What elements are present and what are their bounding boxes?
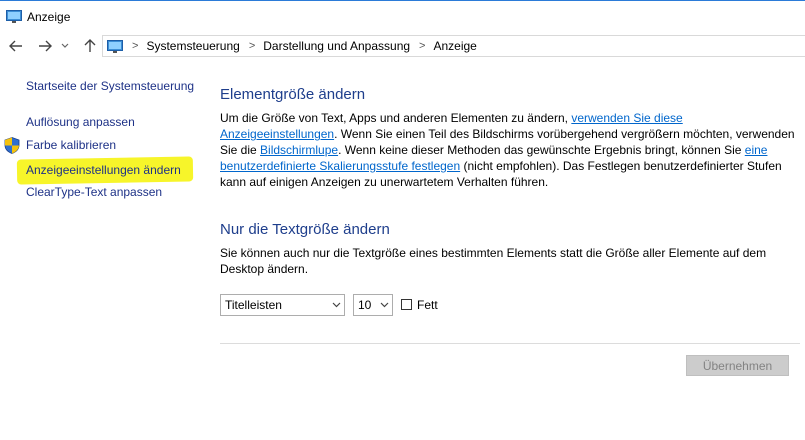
title-bar: Anzeige — [0, 0, 805, 32]
sidebar-item-calibrate-color[interactable]: Farbe kalibrieren — [26, 138, 116, 152]
bold-checkbox-label[interactable]: Fett — [417, 298, 438, 312]
sidebar-item-home[interactable]: Startseite der Systemsteuerung — [26, 79, 194, 93]
bold-checkbox[interactable] — [401, 299, 412, 310]
up-button[interactable] — [80, 36, 100, 56]
section-description: Um die Größe von Text, Apps und anderen … — [220, 110, 795, 190]
divider — [220, 343, 800, 344]
navigation-bar: > Systemsteuerung > Darstellung und Anpa… — [0, 32, 805, 60]
arrow-right-icon — [39, 40, 52, 52]
section-heading-text-size: Nur die Textgröße ändern — [220, 221, 390, 238]
arrow-left-icon — [9, 40, 22, 52]
magnifier-link[interactable]: Bildschirmlupe — [260, 143, 338, 157]
description-text: . Wenn keine dieser Methoden das gewünsc… — [338, 143, 745, 157]
shield-icon — [4, 137, 20, 157]
font-size-select[interactable]: 10 — [353, 294, 393, 316]
sidebar-item-cleartype[interactable]: ClearType-Text anpassen — [26, 185, 162, 199]
section-heading-element-size: Elementgröße ändern — [220, 86, 366, 103]
display-icon — [6, 10, 22, 26]
breadcrumb-separator-icon: > — [248, 40, 256, 52]
forward-button[interactable] — [35, 36, 55, 56]
sidebar-item-display-settings[interactable]: Anzeigeeinstellungen ändern — [26, 163, 181, 177]
apply-button[interactable]: Übernehmen — [686, 355, 789, 376]
control-panel-icon — [107, 39, 123, 53]
window-title: Anzeige — [27, 10, 71, 24]
chevron-down-icon — [328, 302, 344, 308]
breadcrumb-darstellung[interactable]: Darstellung und Anpassung — [263, 39, 410, 53]
breadcrumb-anzeige[interactable]: Anzeige — [433, 39, 476, 53]
recent-locations-button[interactable] — [59, 36, 71, 56]
sidebar: Startseite der Systemsteuerung Auflösung… — [0, 60, 200, 440]
arrow-up-icon — [84, 39, 96, 52]
chevron-down-icon — [61, 43, 69, 48]
back-button[interactable] — [6, 36, 26, 56]
sidebar-item-resolution[interactable]: Auflösung anpassen — [26, 115, 135, 129]
breadcrumb-systemsteuerung[interactable]: Systemsteuerung — [146, 39, 239, 53]
element-select-value: Titelleisten — [225, 298, 282, 312]
element-select[interactable]: Titelleisten — [220, 294, 345, 316]
font-size-select-value: 10 — [358, 298, 372, 312]
description-text: Um die Größe von Text, Apps und anderen … — [220, 111, 572, 125]
text-size-description: Sie können auch nur die Textgröße eines … — [220, 246, 767, 276]
address-bar[interactable]: > Systemsteuerung > Darstellung und Anpa… — [102, 35, 805, 57]
chevron-down-icon — [376, 302, 392, 308]
breadcrumb-separator-icon: > — [132, 40, 139, 52]
breadcrumb-separator-icon: > — [419, 40, 426, 52]
